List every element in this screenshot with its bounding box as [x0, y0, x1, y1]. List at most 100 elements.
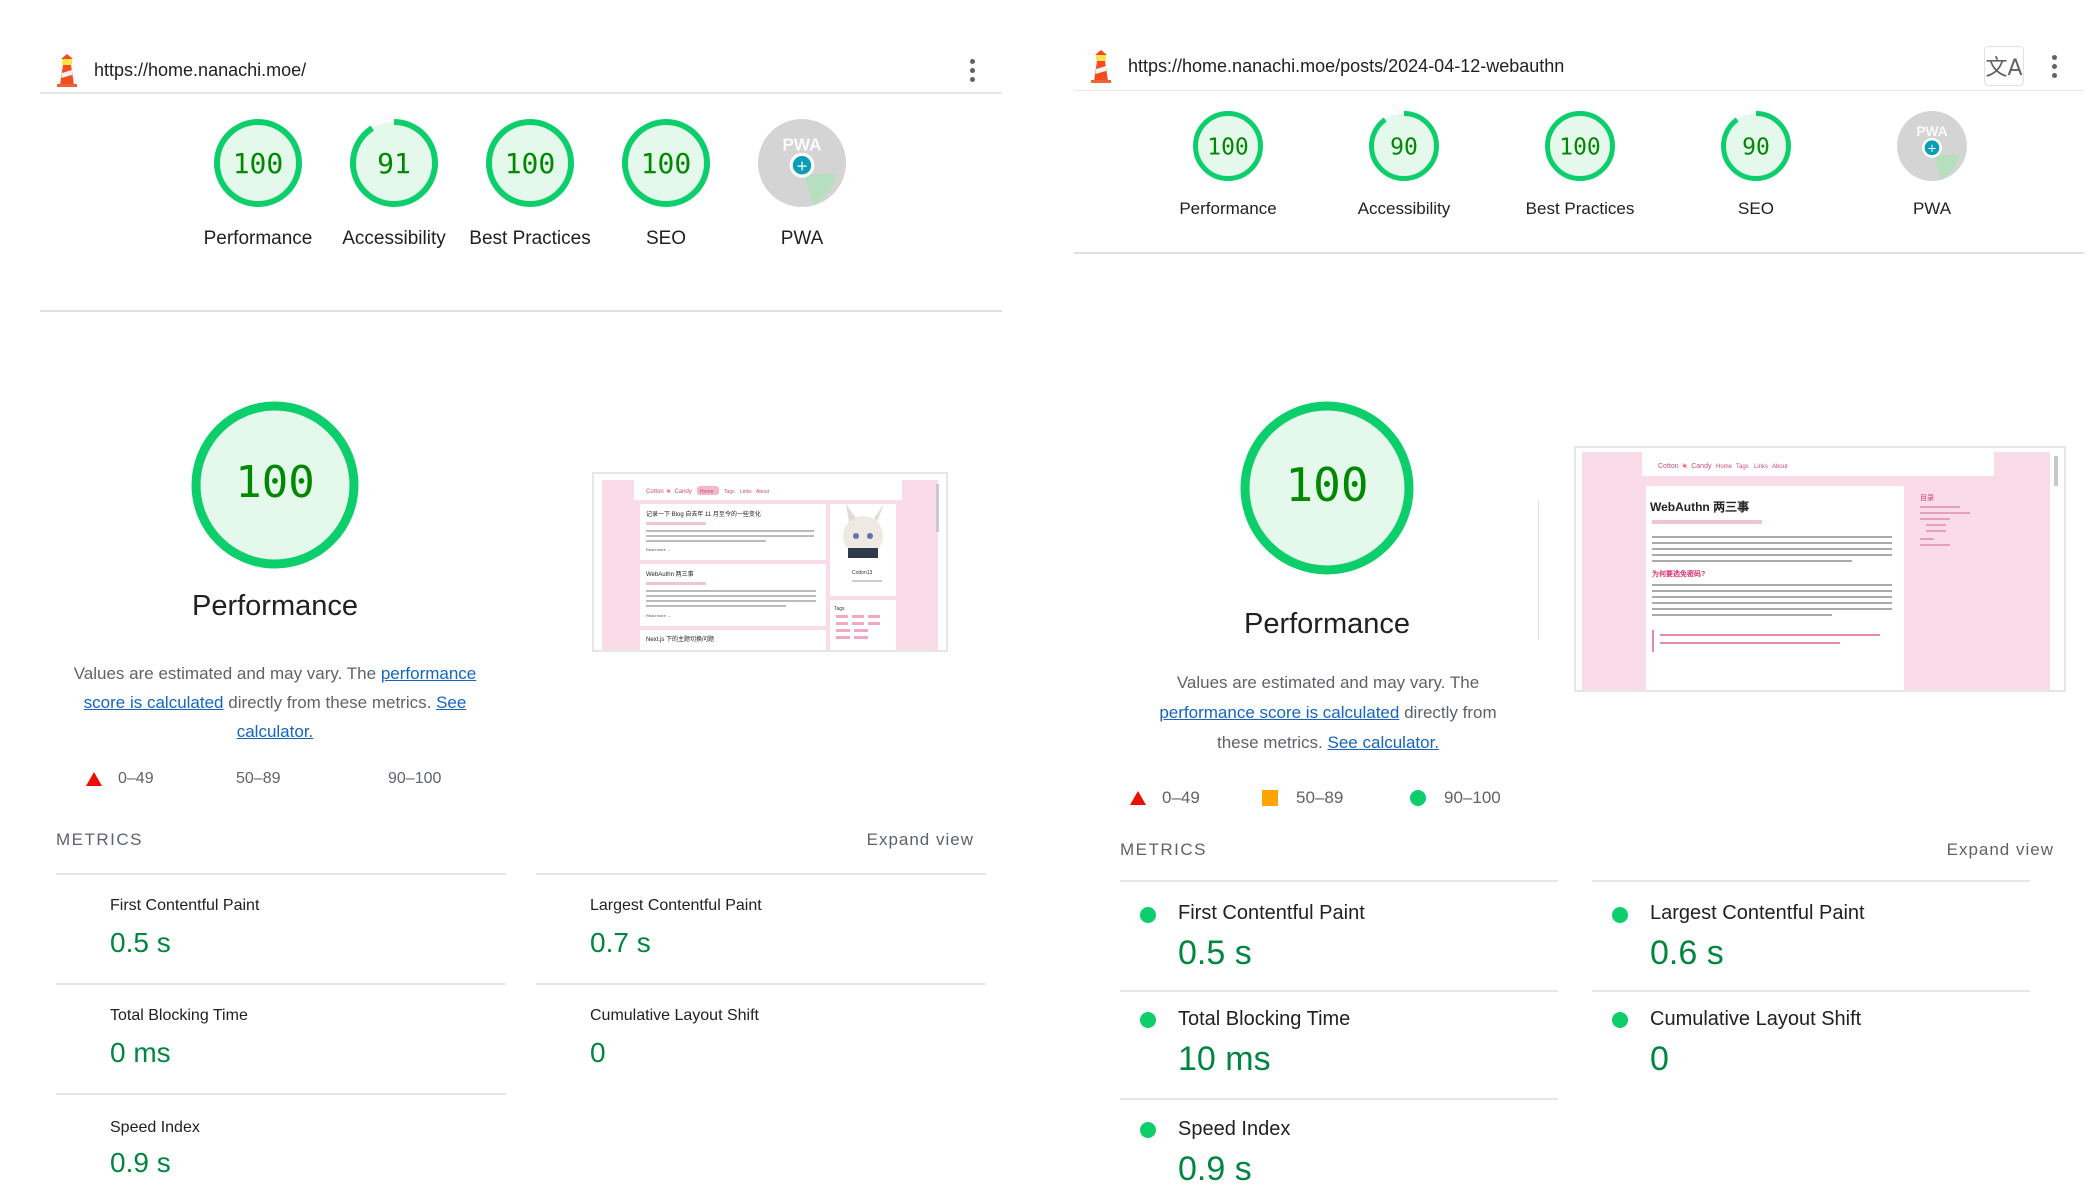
more-options-icon[interactable]	[968, 58, 976, 82]
svg-text:90: 90	[1390, 134, 1418, 160]
pass-circle-icon	[1140, 907, 1156, 923]
metric-name: First Contentful Paint	[110, 897, 260, 914]
metric-value: 0.7 s	[590, 927, 651, 958]
metric-tbt: Total Blocking Time 10 ms	[1120, 990, 1558, 1100]
score-gauge: 90	[1369, 111, 1439, 181]
pass-circle-icon	[1140, 1012, 1156, 1028]
metric-value: 0	[1650, 1040, 1669, 1078]
legend-label: 50–89	[1296, 788, 1344, 807]
svg-text:记录一下 Blog 自去年 11 月至今的一些变化: 记录一下 Blog 自去年 11 月至今的一些变化	[646, 510, 761, 518]
score-legend: 0–49 50–89 90–100	[86, 770, 441, 788]
lighthouse-icon	[57, 54, 77, 87]
category-gauge[interactable]: 100 SEO	[598, 118, 734, 252]
performance-summary: 100 Performance	[1212, 400, 1442, 641]
score-gauge: 100	[622, 119, 710, 207]
svg-text:Tags: Tags	[724, 489, 735, 495]
page-screenshot-thumbnail[interactable]: Cotton 🍬 Candy Home Tags Links About Web…	[1574, 446, 2066, 692]
svg-text:Tags: Tags	[834, 606, 845, 612]
metric-name: Total Blocking Time	[1178, 1008, 1351, 1030]
svg-text:Cotton 🍬 Candy: Cotton 🍬 Candy	[1658, 461, 1712, 470]
category-label: PWA	[780, 228, 824, 249]
performance-summary: 100 Performance	[165, 400, 385, 623]
expand-view-button[interactable]: Expand view	[1947, 840, 2054, 860]
svg-text:100: 100	[505, 147, 556, 180]
svg-text:Links: Links	[1754, 464, 1768, 470]
svg-text:About: About	[756, 489, 770, 495]
category-gauge[interactable]: 91 Accessibility	[326, 118, 462, 252]
translate-icon[interactable]: 文A	[1984, 46, 2024, 86]
metric-lcp: Largest Contentful Paint 0.7 s	[536, 873, 986, 985]
performance-description: Values are estimated and may vary. The p…	[70, 660, 480, 747]
url-bar: https://home.nanachi.moe/posts/2024-04-1…	[1074, 43, 2084, 89]
svg-text:Tags: Tags	[1736, 464, 1749, 470]
svg-text:WebAuthn 两三事: WebAuthn 两三事	[646, 570, 694, 578]
category-gauge[interactable]: 100 Best Practices	[462, 118, 598, 252]
category-gauge[interactable]: PWA + PWA	[734, 118, 870, 252]
pass-circle-icon	[1140, 1122, 1156, 1138]
category-gauge[interactable]: 90 SEO	[1668, 110, 1844, 221]
svg-text:Next.js 下的主题切换问题: Next.js 下的主题切换问题	[646, 635, 714, 643]
category-label: Performance	[203, 228, 313, 249]
legend-average: 50–89	[1262, 788, 1410, 808]
svg-text:100: 100	[235, 457, 314, 508]
metrics-title: METRICS	[56, 830, 143, 849]
performance-description: Values are estimated and may vary. The p…	[1142, 668, 1514, 757]
category-label: Best Practices	[1525, 199, 1635, 218]
category-gauge[interactable]: 100 Best Practices	[1492, 110, 1668, 221]
pass-circle-icon	[1612, 1012, 1628, 1028]
svg-text:为何要选免密码?: 为何要选免密码?	[1652, 569, 1705, 578]
pwa-badge-icon: PWA +	[1897, 111, 1967, 181]
see-calculator-link[interactable]: See calculator.	[1328, 733, 1440, 752]
svg-text:PWA: PWA	[783, 135, 822, 154]
url-bar: https://home.nanachi.moe/	[40, 48, 1002, 94]
left-report: https://home.nanachi.moe/ 100 Performance…	[0, 0, 1030, 1200]
performance-gauge: 100	[191, 401, 359, 569]
score-gauge: 91	[350, 119, 438, 207]
metric-name: Cumulative Layout Shift	[590, 1007, 759, 1024]
svg-text:100: 100	[1559, 134, 1601, 160]
score-legend: 0–49 50–89 90–100	[1130, 788, 1501, 808]
svg-text:About: About	[1772, 464, 1788, 470]
page-screenshot-thumbnail[interactable]: Cotton 🍬 Candy Home Tags Links About 记录一…	[592, 472, 948, 652]
svg-text:Home: Home	[1716, 464, 1733, 470]
metric-name: Speed Index	[110, 1119, 200, 1136]
performance-score-link[interactable]: performance score is calculated	[1159, 703, 1399, 722]
metric-value: 0.5 s	[1178, 934, 1252, 972]
page-url: https://home.nanachi.moe/	[94, 59, 307, 80]
category-label: Best Practices	[469, 228, 591, 249]
legend-label: 0–49	[118, 770, 154, 787]
performance-gauge: 100	[1240, 401, 1414, 575]
category-gauge[interactable]: 100 Performance	[190, 118, 326, 252]
category-gauge[interactable]: 90 Accessibility	[1316, 110, 1492, 221]
category-gauges: 100 Performance 90 Accessibility 100 Best Pra…	[1140, 110, 2020, 221]
svg-text:Read more →: Read more →	[646, 547, 671, 552]
svg-text:Cotton13: Cotton13	[852, 570, 873, 576]
expand-view-button[interactable]: Expand view	[867, 830, 974, 850]
description-text: Values are estimated and may vary. The	[1176, 673, 1480, 692]
metric-name: Total Blocking Time	[110, 1007, 248, 1024]
svg-text:PWA: PWA	[1916, 124, 1947, 139]
svg-text:+: +	[796, 159, 808, 175]
legend-fail: 0–49	[86, 770, 236, 788]
divider	[40, 310, 1002, 312]
category-gauge[interactable]: 100 Performance	[1140, 110, 1316, 221]
more-options-icon[interactable]	[2050, 54, 2058, 78]
metric-value: 0.9 s	[1178, 1150, 1252, 1188]
metric-name: Largest Contentful Paint	[1650, 902, 1865, 924]
category-label: Performance	[1179, 199, 1277, 218]
category-gauge[interactable]: PWA + PWA	[1844, 110, 2020, 221]
svg-text:100: 100	[233, 147, 284, 180]
fail-triangle-icon	[86, 772, 102, 786]
score-gauge: 90	[1721, 111, 1791, 181]
svg-text:Links: Links	[740, 489, 752, 495]
metrics-header: METRICS Expand view	[56, 830, 974, 850]
svg-text:91: 91	[377, 147, 411, 180]
category-gauges: 100 Performance 91 Accessibility 100 Best Pra…	[190, 118, 870, 252]
divider	[1074, 90, 2084, 91]
metric-si: Speed Index 0.9 s	[56, 1093, 506, 1200]
legend-label: 90–100	[1444, 788, 1501, 807]
svg-text:Home: Home	[700, 489, 714, 495]
score-gauge: 100	[214, 119, 302, 207]
svg-text:100: 100	[641, 147, 692, 180]
metric-value: 0	[590, 1037, 606, 1068]
